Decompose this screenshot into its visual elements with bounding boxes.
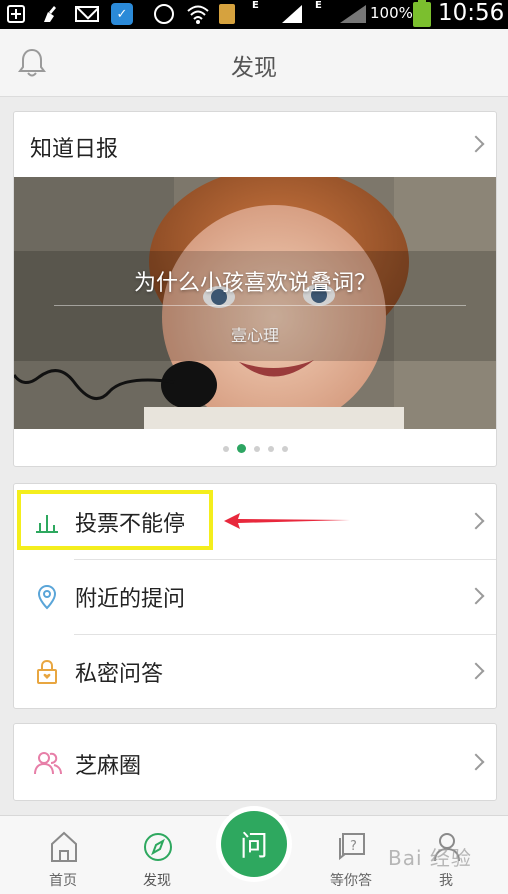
- ask-question-button[interactable]: 问: [216, 806, 292, 882]
- ask-button-label: 问: [221, 811, 287, 877]
- banner-title: 为什么小孩喜欢说叠词？: [133, 271, 376, 296]
- signal-strength-icon-2: [338, 3, 368, 25]
- banner-photo: [14, 177, 496, 429]
- carousel-dot-active[interactable]: [236, 444, 246, 453]
- menu-item-private[interactable]: 私密问答: [14, 634, 496, 709]
- tab-home[interactable]: 首页: [23, 816, 103, 894]
- daily-card[interactable]: 知道日报 为什么小孩喜欢说叠词？ 壹心理: [13, 111, 497, 467]
- tab-label: 等你答: [330, 873, 372, 889]
- tab-label: 首页: [49, 873, 77, 889]
- red-arrow-annotation: [224, 513, 350, 529]
- app-header: 发现: [0, 29, 508, 97]
- question-icon: ?: [337, 830, 367, 864]
- chevron-right-icon: [467, 662, 485, 680]
- battery-percent: 100%: [370, 4, 413, 22]
- daily-banner[interactable]: 为什么小孩喜欢说叠词？ 壹心理: [14, 177, 496, 429]
- banner-source: 壹心理: [230, 326, 279, 345]
- highlight-annotation: [17, 490, 213, 550]
- chevron-right-icon: [467, 753, 485, 771]
- signal-strength-icon: [280, 3, 304, 25]
- compass-icon: [143, 830, 173, 864]
- menu-item-nearby[interactable]: 附近的提问: [14, 559, 496, 634]
- tab-label: 发现: [143, 873, 171, 889]
- menu-item-label: 附近的提问: [75, 587, 186, 612]
- network-type-label: E: [252, 0, 259, 11]
- carousel-dot[interactable]: [222, 445, 229, 452]
- tab-discover[interactable]: 发现: [117, 816, 197, 894]
- carousel-dot[interactable]: [267, 445, 274, 452]
- broom-icon: [42, 3, 62, 25]
- carousel-dot[interactable]: [253, 445, 260, 452]
- watermark: Bai 经验: [388, 846, 472, 870]
- chevron-right-icon: [467, 512, 485, 530]
- carousel-indicator: [14, 444, 496, 453]
- banner-divider: [54, 305, 466, 306]
- chevron-right-icon: [467, 587, 485, 605]
- alarm-icon: [152, 3, 176, 25]
- svg-text:?: ?: [350, 839, 357, 854]
- daily-card-title: 知道日报: [30, 137, 119, 162]
- security-shield-icon: ✓: [110, 3, 134, 25]
- zhima-circle-card[interactable]: 芝麻圈: [13, 723, 497, 801]
- tab-label: 我: [439, 873, 453, 889]
- clock-time: 10:56: [438, 0, 505, 26]
- mail-icon: [74, 3, 100, 25]
- file-icon: [218, 3, 236, 25]
- network-type-label-2: E: [315, 0, 322, 11]
- status-bar: ✓ E E 100% 10:56: [0, 0, 508, 29]
- wifi-icon: [186, 3, 210, 25]
- battery-icon: [413, 0, 431, 27]
- location-pin-icon: [34, 584, 60, 610]
- people-icon: [34, 750, 62, 776]
- chevron-right-icon: [467, 135, 485, 153]
- tab-wait-answer[interactable]: ? 等你答: [311, 816, 391, 894]
- carousel-dot[interactable]: [281, 445, 288, 452]
- add-notification-icon: [4, 3, 28, 25]
- home-icon: [49, 830, 79, 864]
- zhima-circle-label: 芝麻圈: [75, 754, 142, 779]
- lock-icon: [34, 659, 60, 685]
- menu-item-label: 私密问答: [75, 662, 164, 687]
- page-title: 发现: [231, 55, 277, 81]
